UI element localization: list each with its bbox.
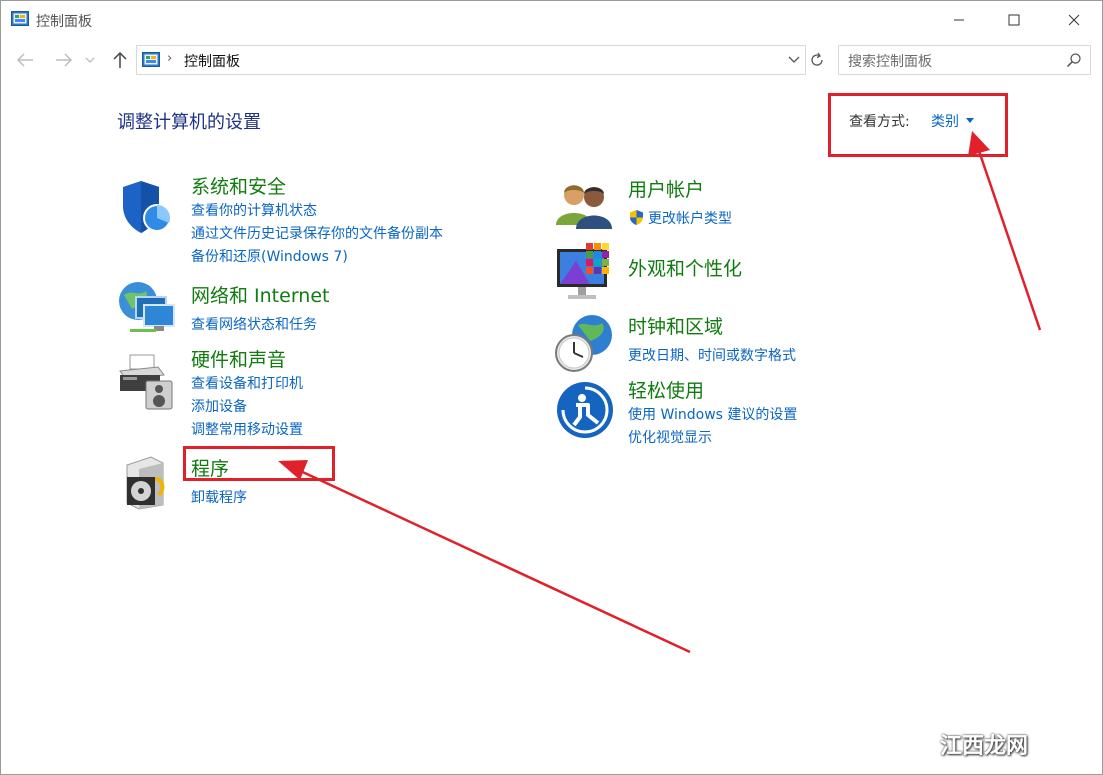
link-windows-recommended-settings[interactable]: 使用 Windows 建议的设置 bbox=[628, 404, 797, 424]
breadcrumb-separator[interactable]: › bbox=[167, 51, 172, 66]
title-bar: 控制面板 bbox=[1, 1, 1102, 39]
category-network-internet[interactable]: 网络和 Internet bbox=[191, 281, 329, 308]
ease-of-access-icon[interactable] bbox=[556, 381, 614, 439]
link-devices-printers[interactable]: 查看设备和打印机 bbox=[191, 373, 303, 393]
link-mobility-settings[interactable]: 调整常用移动设置 bbox=[191, 419, 303, 439]
category-appearance[interactable]: 外观和个性化 bbox=[628, 254, 742, 281]
link-change-date-time-format[interactable]: 更改日期、时间或数字格式 bbox=[628, 345, 796, 365]
control-panel-icon bbox=[142, 52, 160, 67]
link-network-status[interactable]: 查看网络状态和任务 bbox=[191, 314, 317, 334]
link-uninstall-program[interactable]: 卸载程序 bbox=[191, 487, 247, 507]
link-file-history-backup[interactable]: 通过文件历史记录保存你的文件备份副本 bbox=[191, 223, 443, 243]
maximize-button[interactable] bbox=[991, 1, 1037, 39]
search-box[interactable]: 搜索控制面板 bbox=[838, 45, 1091, 75]
link-change-account-type[interactable]: 更改帐户类型 bbox=[648, 208, 732, 228]
annotation-box-programs bbox=[183, 446, 335, 481]
back-arrow-icon bbox=[16, 53, 33, 67]
category-user-accounts[interactable]: 用户帐户 bbox=[628, 175, 704, 202]
link-optimize-visual-display[interactable]: 优化视觉显示 bbox=[628, 427, 712, 447]
link-view-computer-status[interactable]: 查看你的计算机状态 bbox=[191, 200, 317, 220]
programs-icon[interactable] bbox=[121, 453, 175, 511]
close-button[interactable] bbox=[1051, 1, 1097, 39]
forward-button[interactable] bbox=[53, 49, 75, 71]
annotation-box-view-by bbox=[828, 93, 1008, 157]
refresh-icon bbox=[811, 52, 823, 66]
up-button[interactable] bbox=[109, 49, 131, 71]
category-system-security[interactable]: 系统和安全 bbox=[191, 172, 286, 199]
breadcrumb-control-panel[interactable]: 控制面板 bbox=[184, 51, 240, 71]
address-bar[interactable]: › 控制面板 bbox=[136, 45, 806, 75]
maximize-icon bbox=[1008, 14, 1020, 26]
page-title: 调整计算机的设置 bbox=[117, 112, 261, 133]
search-icon[interactable] bbox=[1066, 52, 1082, 68]
printer-icon[interactable] bbox=[118, 353, 176, 411]
link-backup-restore[interactable]: 备份和还原(Windows 7) bbox=[191, 246, 348, 266]
recent-locations-button[interactable] bbox=[83, 49, 97, 71]
category-ease-of-access[interactable]: 轻松使用 bbox=[628, 376, 704, 403]
search-input[interactable]: 搜索控制面板 bbox=[848, 51, 932, 71]
window-title: 控制面板 bbox=[36, 14, 92, 30]
clock-globe-icon[interactable] bbox=[554, 313, 614, 373]
category-hardware-sound[interactable]: 硬件和声音 bbox=[191, 345, 286, 372]
link-add-device[interactable]: 添加设备 bbox=[191, 396, 247, 416]
network-icon[interactable] bbox=[116, 279, 178, 339]
users-icon[interactable] bbox=[556, 181, 614, 229]
control-panel-icon bbox=[11, 11, 29, 26]
uac-shield-icon bbox=[630, 210, 643, 225]
up-arrow-icon bbox=[113, 51, 127, 68]
refresh-button[interactable] bbox=[806, 45, 828, 75]
minimize-button[interactable] bbox=[936, 1, 982, 39]
close-icon bbox=[1068, 14, 1080, 26]
category-clock-region[interactable]: 时钟和区域 bbox=[628, 312, 723, 339]
chevron-down-icon bbox=[788, 56, 800, 63]
address-dropdown-button[interactable] bbox=[783, 46, 805, 74]
watermark: 江西龙网 bbox=[940, 734, 1029, 759]
minimize-icon bbox=[954, 19, 964, 21]
chevron-down-icon bbox=[85, 57, 95, 63]
back-button[interactable] bbox=[14, 49, 36, 71]
appearance-icon[interactable] bbox=[556, 241, 616, 303]
forward-arrow-icon bbox=[56, 53, 73, 67]
shield-icon[interactable] bbox=[119, 178, 177, 238]
